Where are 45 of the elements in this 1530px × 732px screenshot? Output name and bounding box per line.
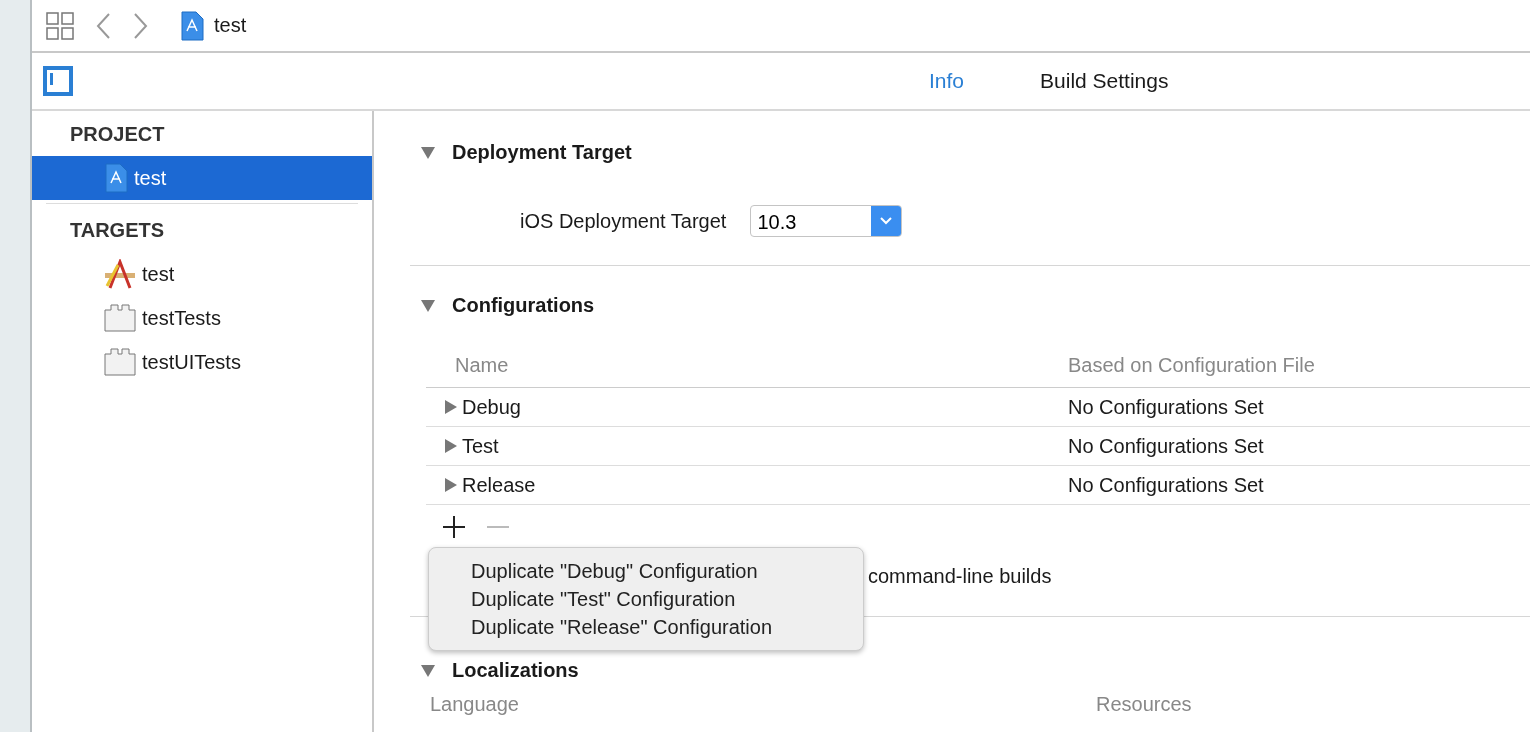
table-cell: Test — [462, 434, 499, 458]
column-header: Language — [430, 693, 520, 716]
box-icon — [104, 348, 136, 376]
note-text: command-line builds — [868, 565, 1052, 587]
column-header: Resources — [1096, 693, 1192, 716]
disclosure-triangle-icon[interactable] — [420, 662, 436, 678]
grid-icon[interactable] — [46, 11, 74, 40]
disclosure-triangle-icon[interactable] — [442, 477, 458, 493]
sidebar-item[interactable]: testTests — [32, 296, 372, 340]
field-label: iOS Deployment Target — [520, 209, 727, 233]
section-title: Configurations — [452, 293, 595, 317]
sidebar-item[interactable]: test — [32, 252, 372, 296]
popup-button[interactable]: 10.3 — [750, 205, 903, 237]
table-cell: No Configurations Set — [1068, 434, 1264, 458]
breadcrumb-item[interactable]: test — [214, 14, 247, 37]
table-cell: No Configurations Set — [1068, 395, 1264, 419]
tab[interactable]: Build Settings — [1040, 69, 1169, 93]
table-cell: Debug — [462, 395, 521, 419]
disclosure-triangle-icon[interactable] — [420, 297, 436, 313]
section-title: Localizations — [452, 658, 579, 682]
project-file-icon — [180, 10, 204, 41]
sidebar-section-title: PROJECT — [69, 122, 166, 147]
tab[interactable]: Info — [929, 69, 965, 93]
column-header: Based on Configuration File — [1068, 354, 1315, 377]
menu-item[interactable]: Duplicate "Debug" Configuration — [429, 557, 863, 585]
menu-item[interactable]: Duplicate "Test" Configuration — [429, 585, 863, 613]
table-cell: No Configurations Set — [1068, 473, 1264, 497]
disclosure-triangle-icon[interactable] — [420, 144, 436, 160]
table-cell: Release — [462, 473, 536, 497]
section-title: Deployment Target — [452, 140, 632, 164]
chevron-icon — [879, 216, 894, 226]
disclosure-triangle-icon[interactable] — [442, 438, 458, 454]
box-icon — [104, 304, 136, 332]
sidebar-item[interactable]: testUITests — [32, 340, 372, 384]
sidebar-item[interactable]: test — [32, 156, 372, 200]
disclosure-triangle-icon[interactable] — [442, 399, 458, 415]
add-icon[interactable] — [442, 515, 466, 539]
forward-icon[interactable] — [132, 11, 150, 40]
menu-item[interactable]: Duplicate "Release" Configuration — [429, 613, 863, 641]
column-header: Name — [454, 354, 510, 377]
project-file-icon — [104, 163, 128, 193]
sidebar-section-title: TARGETS — [69, 218, 166, 243]
sidebar-toggle-icon[interactable] — [43, 66, 73, 96]
back-icon[interactable] — [94, 11, 112, 40]
tools-icon — [104, 259, 136, 289]
